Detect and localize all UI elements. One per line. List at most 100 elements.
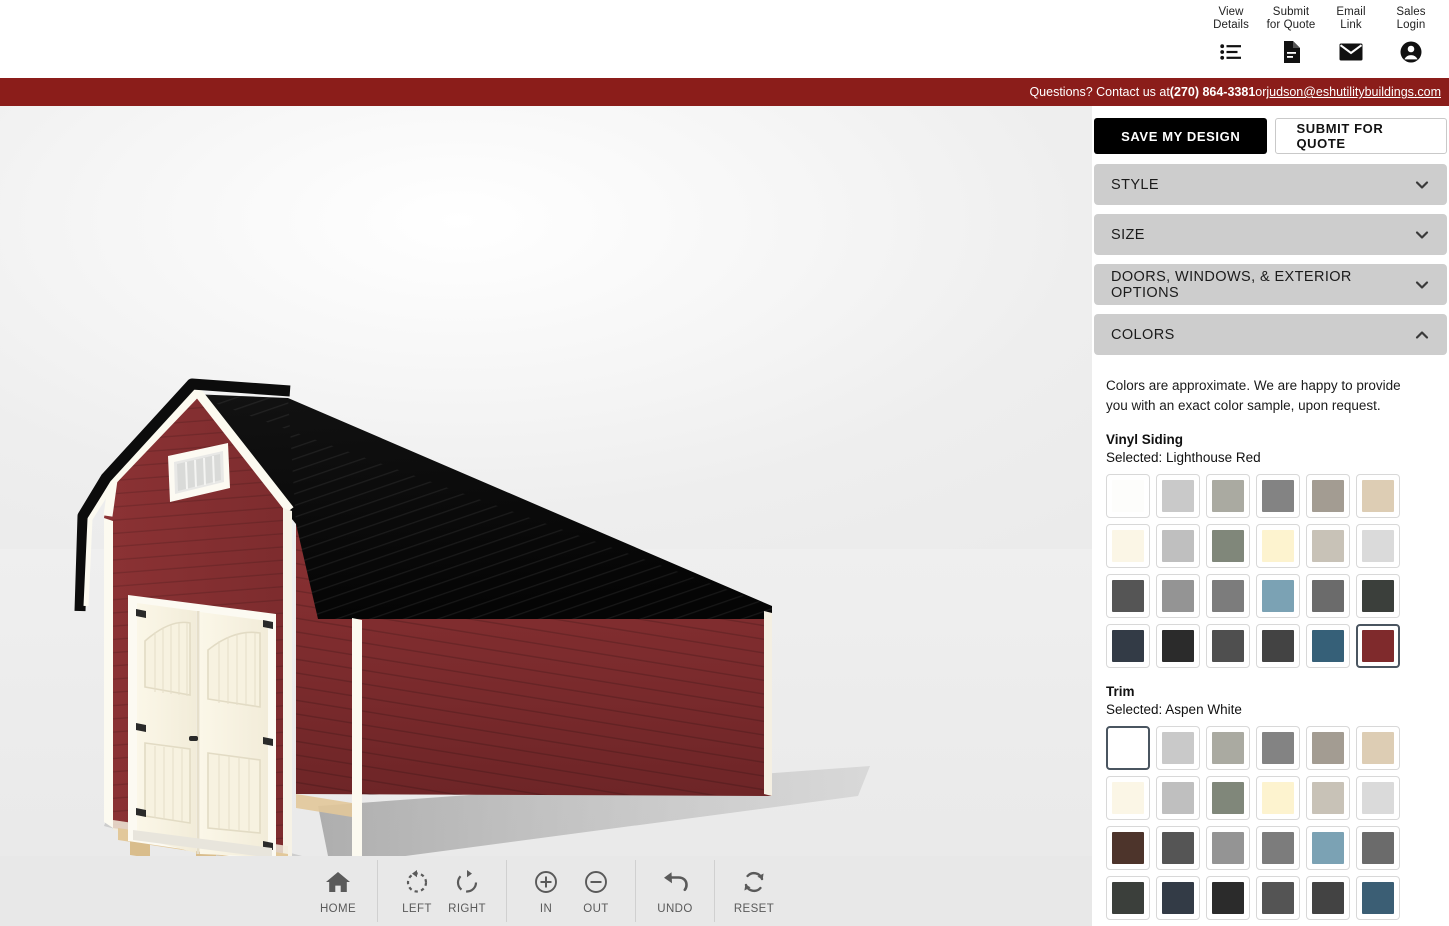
- trim-swatch-chip: [1262, 732, 1294, 764]
- trim-swatch-chip: [1262, 782, 1294, 814]
- vinyl-siding-swatch-chip: [1162, 530, 1194, 562]
- accordion-header-doors-windows-exterior[interactable]: DOORS, WINDOWS, & EXTERIOR OPTIONS: [1094, 264, 1447, 305]
- accordion-header-style[interactable]: STYLE: [1094, 164, 1447, 205]
- chevron-up-icon: [1414, 327, 1430, 343]
- model-viewport[interactable]: HOME LEFT RIGHT IN OUT UNDO RESET: [0, 106, 1092, 926]
- rotate-left-label: LEFT: [402, 902, 432, 915]
- vinyl-siding-swatch-chip: [1162, 480, 1194, 512]
- accordion-header-size[interactable]: SIZE: [1094, 214, 1447, 255]
- header-action-email-link[interactable]: Email Link: [1321, 2, 1381, 63]
- vinyl-siding-swatch[interactable]: [1306, 574, 1350, 618]
- contact-bar-phone[interactable]: (270) 864-3381: [1170, 85, 1255, 99]
- vinyl-siding-swatch[interactable]: [1156, 574, 1200, 618]
- vinyl-siding-swatch[interactable]: [1206, 474, 1250, 518]
- trim-swatch-chip: [1262, 832, 1294, 864]
- vinyl-siding-swatch[interactable]: [1206, 524, 1250, 568]
- vinyl-siding-swatch[interactable]: [1356, 524, 1400, 568]
- trim-title: Trim: [1106, 684, 1135, 699]
- accordion-label-colors: COLORS: [1111, 326, 1175, 343]
- vinyl-siding-swatch[interactable]: [1106, 474, 1150, 518]
- vinyl-siding-swatch[interactable]: [1256, 624, 1300, 668]
- vinyl-siding-swatch[interactable]: [1256, 524, 1300, 568]
- submit-for-quote-button[interactable]: SUBMIT FOR QUOTE: [1275, 118, 1447, 154]
- trim-group: Trim Selected: Aspen White: [1106, 684, 1435, 926]
- vinyl-siding-swatch[interactable]: [1156, 624, 1200, 668]
- trim-swatch[interactable]: [1306, 726, 1350, 770]
- trim-swatch[interactable]: [1256, 826, 1300, 870]
- document-icon: [1282, 41, 1300, 63]
- vinyl-siding-swatch[interactable]: [1306, 524, 1350, 568]
- vinyl-siding-swatch[interactable]: [1306, 624, 1350, 668]
- vinyl-siding-swatch-chip: [1262, 530, 1294, 562]
- trim-swatch[interactable]: [1156, 876, 1200, 920]
- vinyl-siding-swatch[interactable]: [1206, 624, 1250, 668]
- reset-button[interactable]: RESET: [729, 868, 779, 915]
- trim-swatch[interactable]: [1106, 826, 1150, 870]
- accordion-header-colors[interactable]: COLORS: [1094, 314, 1447, 355]
- trim-swatch[interactable]: [1256, 776, 1300, 820]
- trim-swatch[interactable]: [1156, 776, 1200, 820]
- vinyl-siding-swatch-chip: [1312, 630, 1344, 662]
- vinyl-siding-swatch-chip: [1162, 580, 1194, 612]
- trim-swatch[interactable]: [1156, 726, 1200, 770]
- undo-button[interactable]: UNDO: [650, 868, 700, 915]
- trim-swatch[interactable]: [1306, 776, 1350, 820]
- header-action-sales-login[interactable]: Sales Login: [1381, 2, 1441, 63]
- trim-swatch[interactable]: [1156, 826, 1200, 870]
- trim-swatch[interactable]: [1306, 876, 1350, 920]
- vinyl-siding-swatch-chip: [1362, 530, 1394, 562]
- contact-bar: Questions? Contact us at (270) 864-3381 …: [0, 78, 1449, 106]
- accordion-label-size: SIZE: [1111, 226, 1145, 243]
- trim-swatch[interactable]: [1356, 776, 1400, 820]
- toolbar-group-reset: RESET: [715, 860, 793, 922]
- home-button[interactable]: HOME: [313, 868, 363, 915]
- vinyl-siding-swatch[interactable]: [1256, 574, 1300, 618]
- vinyl-siding-swatch[interactable]: [1356, 474, 1400, 518]
- trim-swatch[interactable]: [1256, 726, 1300, 770]
- vinyl-siding-swatch[interactable]: [1106, 574, 1150, 618]
- trim-swatch[interactable]: [1206, 776, 1250, 820]
- vinyl-siding-swatch[interactable]: [1156, 524, 1200, 568]
- vinyl-siding-title: Vinyl Siding: [1106, 432, 1184, 447]
- vinyl-siding-swatch[interactable]: [1106, 524, 1150, 568]
- contact-bar-email-link[interactable]: judson@eshutilitybuildings.com: [1266, 85, 1441, 99]
- trim-swatch-chip: [1112, 882, 1144, 914]
- trim-selected-label: Selected: Aspen White: [1106, 702, 1242, 717]
- trim-swatch-chip: [1362, 832, 1394, 864]
- configuration-panel: SAVE MY DESIGN SUBMIT FOR QUOTE STYLE SI…: [1092, 106, 1449, 926]
- trim-swatch[interactable]: [1206, 826, 1250, 870]
- trim-swatch-chip: [1212, 882, 1244, 914]
- trim-swatch[interactable]: [1106, 776, 1150, 820]
- zoom-in-button[interactable]: IN: [521, 868, 571, 915]
- header-action-view-details[interactable]: View Details: [1201, 2, 1261, 63]
- trim-swatch[interactable]: [1356, 826, 1400, 870]
- trim-swatch-chip: [1312, 732, 1344, 764]
- trim-swatch[interactable]: [1306, 826, 1350, 870]
- header-action-label-line2: for Quote: [1266, 19, 1316, 31]
- vinyl-siding-swatch[interactable]: [1106, 624, 1150, 668]
- vinyl-siding-swatch[interactable]: [1256, 474, 1300, 518]
- zoom-out-button[interactable]: OUT: [571, 868, 621, 915]
- trim-swatch[interactable]: [1106, 726, 1150, 770]
- vinyl-siding-swatch[interactable]: [1356, 574, 1400, 618]
- rotate-left-button[interactable]: LEFT: [392, 868, 442, 915]
- trim-swatch[interactable]: [1106, 876, 1150, 920]
- rotate-right-button[interactable]: RIGHT: [442, 868, 492, 915]
- chevron-down-icon: [1414, 277, 1430, 293]
- header-action-label-line2: Details: [1213, 19, 1249, 31]
- header-action-label-line1: Submit: [1272, 6, 1310, 18]
- trim-swatch-chip: [1362, 782, 1394, 814]
- trim-swatch[interactable]: [1206, 876, 1250, 920]
- trim-swatch[interactable]: [1206, 726, 1250, 770]
- header-action-submit-for-quote[interactable]: Submit for Quote: [1261, 2, 1321, 63]
- trim-swatch[interactable]: [1256, 876, 1300, 920]
- vinyl-siding-swatch-chip: [1312, 530, 1344, 562]
- save-my-design-button[interactable]: SAVE MY DESIGN: [1094, 118, 1268, 154]
- trim-swatch[interactable]: [1356, 726, 1400, 770]
- vinyl-siding-swatch[interactable]: [1156, 474, 1200, 518]
- vinyl-siding-swatch[interactable]: [1206, 574, 1250, 618]
- home-button-label: HOME: [319, 902, 357, 915]
- trim-swatch[interactable]: [1356, 876, 1400, 920]
- vinyl-siding-swatch[interactable]: [1306, 474, 1350, 518]
- vinyl-siding-swatch[interactable]: [1356, 624, 1400, 668]
